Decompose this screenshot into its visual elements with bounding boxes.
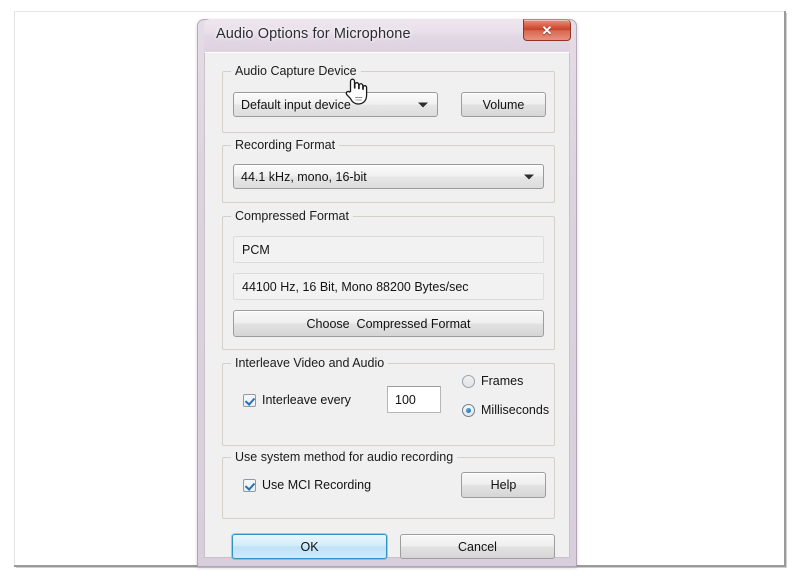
- compressed-details-value: 44100 Hz, 16 Bit, Mono 88200 Bytes/sec: [242, 279, 469, 294]
- cancel-button-label: Cancel: [458, 539, 497, 554]
- recording-format-combo-value: 44.1 kHz, mono, 16-bit: [241, 169, 367, 184]
- group-title-compressed-format: Compressed Format: [231, 209, 353, 223]
- interleave-interval-value: 100: [395, 392, 416, 407]
- group-title-audio-capture-device: Audio Capture Device: [231, 64, 361, 78]
- group-title-system-method: Use system method for audio recording: [231, 450, 458, 464]
- volume-button[interactable]: Volume: [461, 92, 546, 117]
- choose-compressed-format-button[interactable]: Choose Compressed Format: [233, 310, 544, 337]
- radio-icon: [462, 374, 475, 388]
- compressed-details-field: 44100 Hz, 16 Bit, Mono 88200 Bytes/sec: [233, 273, 544, 300]
- chevron-down-icon: [418, 102, 428, 107]
- checkbox-icon: [243, 478, 256, 492]
- page-border-left: [14, 11, 15, 565]
- help-button-label: Help: [490, 478, 517, 492]
- audio-device-combo[interactable]: Default input device: [233, 92, 438, 117]
- compressed-codec-field: PCM: [233, 236, 544, 263]
- radio-milliseconds[interactable]: Milliseconds: [462, 403, 549, 417]
- interleave-every-label: Interleave every: [262, 393, 351, 407]
- use-mci-recording-label: Use MCI Recording: [262, 478, 372, 492]
- dialog-titlebar[interactable]: Audio Options for Microphone ✕: [204, 19, 571, 52]
- choose-compressed-format-label: Choose Compressed Format: [306, 316, 471, 331]
- dialog-client-area: Audio Capture Device Default input devic…: [204, 52, 570, 559]
- radio-frames-label: Frames: [481, 374, 524, 388]
- ok-button[interactable]: OK: [232, 534, 387, 559]
- interleave-every-checkbox[interactable]: Interleave every: [243, 393, 351, 407]
- audio-device-combo-value: Default input device: [241, 97, 351, 112]
- checkbox-icon: [243, 393, 256, 407]
- ok-button-label: OK: [300, 539, 319, 554]
- audio-options-dialog: Audio Options for Microphone ✕ Audio Cap…: [197, 19, 577, 567]
- close-button[interactable]: ✕: [523, 19, 571, 41]
- cancel-button[interactable]: Cancel: [400, 534, 555, 559]
- radio-frames[interactable]: Frames: [462, 374, 523, 388]
- chevron-down-icon: [524, 174, 534, 179]
- page-background: Audio Options for Microphone ✕ Audio Cap…: [0, 0, 800, 583]
- dialog-title: Audio Options for Microphone: [216, 26, 411, 42]
- recording-format-combo[interactable]: 44.1 kHz, mono, 16-bit: [233, 164, 544, 189]
- close-icon: ✕: [541, 22, 553, 38]
- help-button[interactable]: Help: [461, 472, 546, 498]
- group-title-interleave: Interleave Video and Audio: [231, 356, 389, 370]
- page-border-bottom-shadow: [16, 567, 787, 568]
- radio-icon-selected: [462, 403, 475, 417]
- use-mci-recording-checkbox[interactable]: Use MCI Recording: [243, 478, 371, 492]
- page-border-top: [14, 11, 785, 12]
- page-border-right-shadow: [786, 13, 787, 567]
- interleave-interval-input[interactable]: 100: [387, 386, 441, 413]
- compressed-codec-value: PCM: [242, 242, 270, 257]
- volume-button-label: Volume: [482, 97, 525, 112]
- radio-milliseconds-label: Milliseconds: [481, 403, 550, 417]
- group-title-recording-format: Recording Format: [231, 138, 340, 152]
